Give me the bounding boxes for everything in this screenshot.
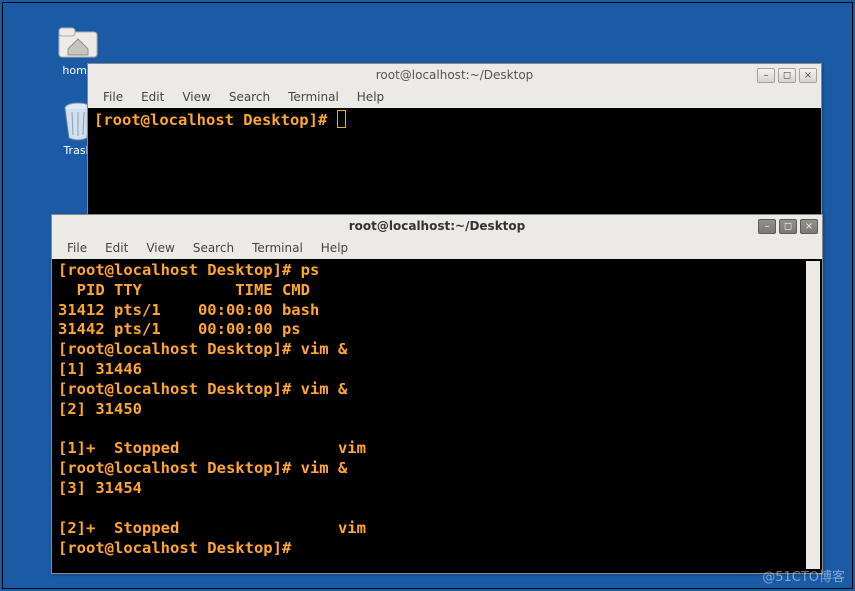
window-title: root@localhost:~/Desktop [52, 219, 822, 233]
menu-help[interactable]: Help [312, 239, 357, 257]
home-folder-icon [56, 22, 100, 60]
terminal-window-front[interactable]: root@localhost:~/Desktop – ◻ × File Edit… [51, 214, 823, 574]
minimize-button[interactable]: – [758, 219, 776, 234]
menu-terminal[interactable]: Terminal [243, 239, 312, 257]
menu-terminal[interactable]: Terminal [279, 88, 348, 106]
minimize-button[interactable]: – [757, 68, 775, 83]
scrollbar-track[interactable] [806, 261, 820, 569]
menu-edit[interactable]: Edit [96, 239, 137, 257]
menu-file[interactable]: File [94, 88, 132, 106]
terminal-window-back[interactable]: root@localhost:~/Desktop – ◻ × File Edit… [87, 63, 822, 223]
window-titlebar[interactable]: root@localhost:~/Desktop – ◻ × [88, 64, 821, 86]
close-button[interactable]: × [800, 219, 818, 234]
terminal-area[interactable]: [root@localhost Desktop]# [88, 108, 821, 222]
terminal-area[interactable]: [root@localhost Desktop]# ps PID TTY TIM… [52, 259, 822, 573]
menu-file[interactable]: File [58, 239, 96, 257]
menu-edit[interactable]: Edit [132, 88, 173, 106]
menu-view[interactable]: View [137, 239, 183, 257]
window-title: root@localhost:~/Desktop [88, 68, 821, 82]
menubar: File Edit View Search Terminal Help [88, 86, 821, 108]
watermark: @51CTO博客 [762, 566, 845, 585]
menu-search[interactable]: Search [184, 239, 243, 257]
menu-help[interactable]: Help [348, 88, 393, 106]
menu-search[interactable]: Search [220, 88, 279, 106]
menubar: File Edit View Search Terminal Help [52, 237, 822, 259]
menu-view[interactable]: View [173, 88, 219, 106]
window-titlebar[interactable]: root@localhost:~/Desktop – ◻ × [52, 215, 822, 237]
maximize-button[interactable]: ◻ [778, 68, 796, 83]
shell-prompt: [root@localhost Desktop]# [94, 111, 337, 129]
close-button[interactable]: × [799, 68, 817, 83]
maximize-button[interactable]: ◻ [779, 219, 797, 234]
cursor-icon [337, 110, 346, 128]
